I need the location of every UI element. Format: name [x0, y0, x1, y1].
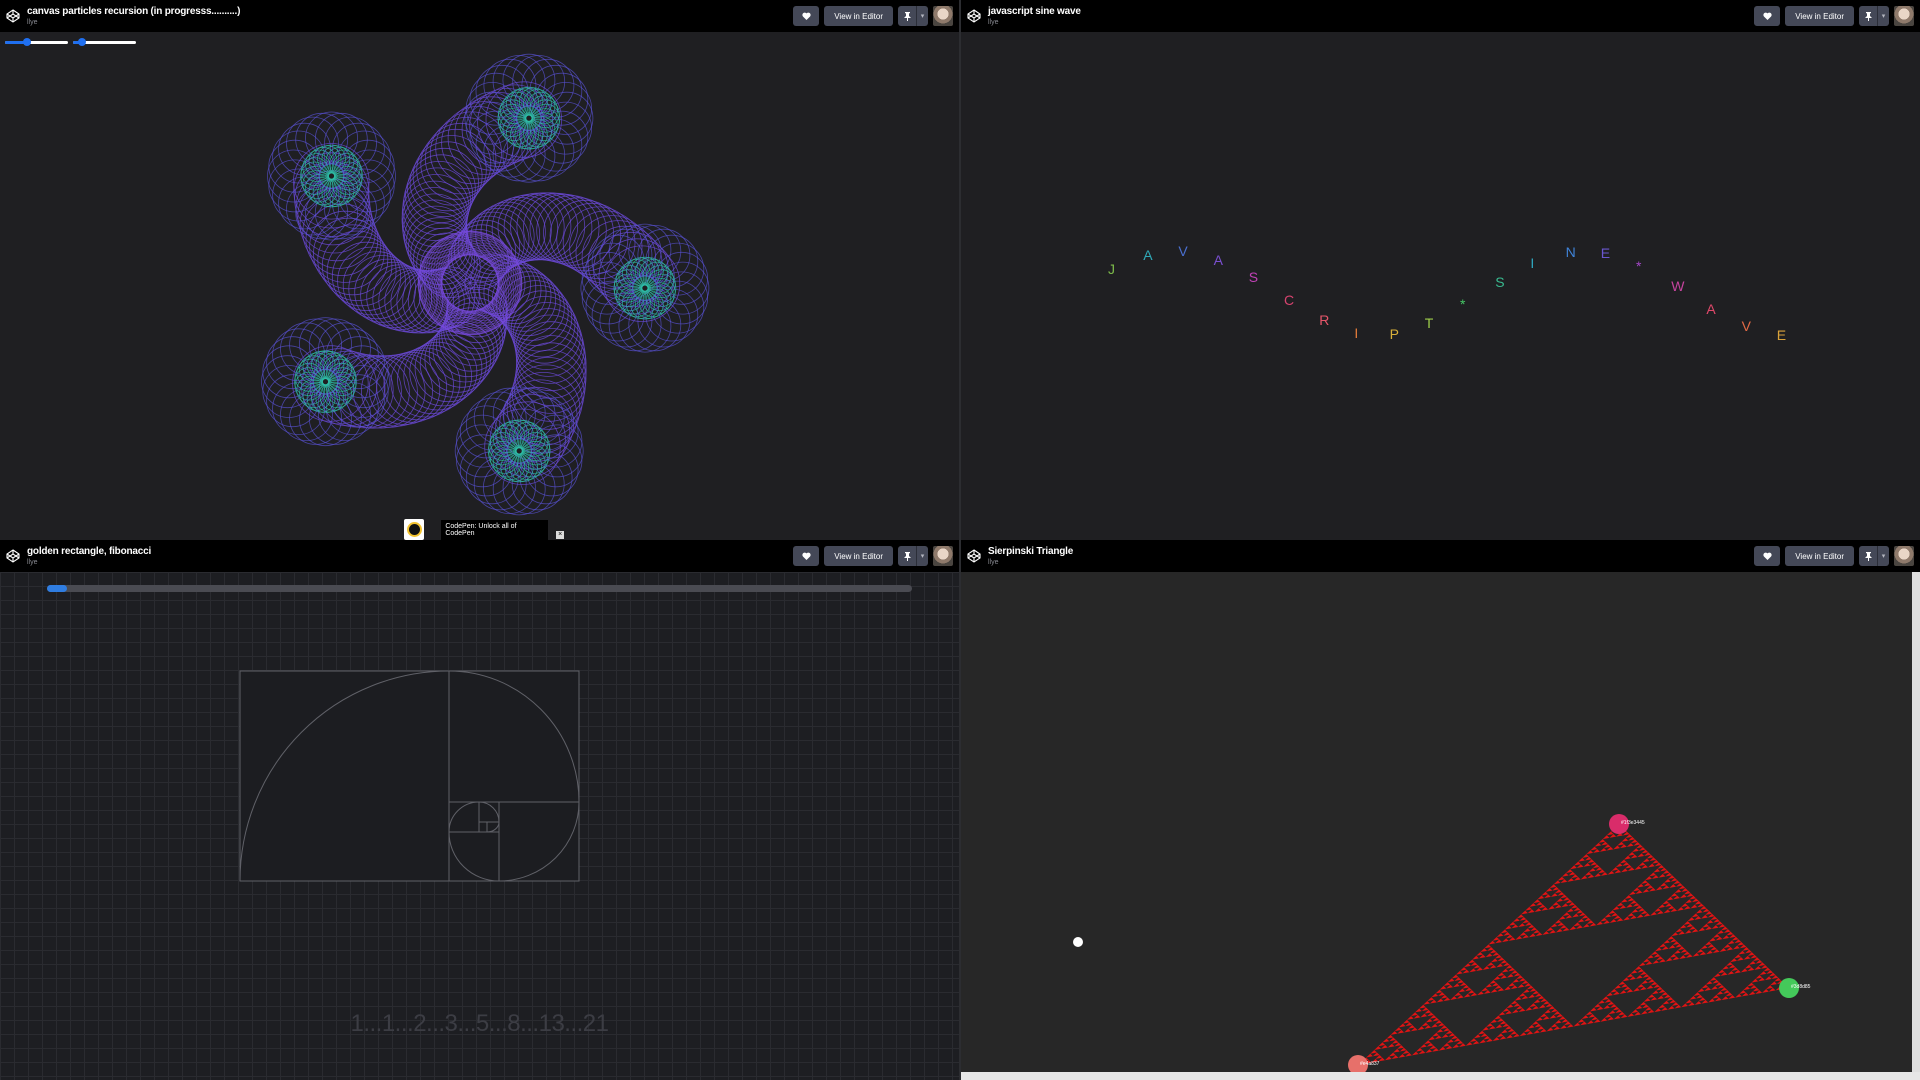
sine-letter: W — [1671, 278, 1685, 295]
golden-rectangle-drawing — [239, 670, 580, 882]
sine-letter: P — [1389, 326, 1399, 343]
sine-letter: T — [1424, 315, 1434, 332]
vertical-scrollbar[interactable] — [1912, 572, 1920, 1072]
pen-pane-sierpinski: Sierpinski Triangle llye View in Editor … — [961, 540, 1920, 1080]
pen-pane-sine-wave: javascript sine wave llye View in Editor… — [961, 0, 1920, 540]
sine-letter: S — [1248, 269, 1259, 286]
pen-pane-particles: canvas particles recursion (in progresss… — [0, 0, 959, 540]
sine-letter: * — [1460, 296, 1466, 313]
sine-letter: * — [1636, 257, 1642, 274]
pen-pane-golden-rectangle: golden rectangle, fibonacci llye View in… — [0, 540, 959, 1080]
sine-letter: C — [1284, 291, 1295, 308]
particles-canvas — [261, 53, 710, 516]
sine-letter: I — [1354, 324, 1359, 341]
sine-letter: V — [1178, 243, 1188, 260]
close-icon[interactable]: × — [556, 530, 564, 539]
vertex-label: #e4a837 — [1360, 1061, 1380, 1067]
sine-letter: A — [1143, 246, 1153, 263]
sine-letter: E — [1776, 326, 1787, 343]
codepen-ad-banner[interactable]: CodePen: Unlock all of CodePen × — [404, 519, 564, 540]
ad-text[interactable]: CodePen: Unlock all of CodePen — [441, 519, 549, 540]
vertex-label: #3d8d85 — [1791, 984, 1811, 990]
sine-letter: E — [1600, 245, 1611, 262]
fibonacci-sequence-text: 1...1...2...3...5...8...13...21 — [350, 1010, 609, 1037]
sine-letter: R — [1319, 312, 1330, 329]
sine-letter: S — [1495, 273, 1505, 290]
codepen-ad-logo-icon — [404, 519, 425, 540]
sierpinski-canvas: #1f3e3445 #3d8d85 #e4a837 — [1073, 814, 1811, 1075]
chaos-point — [1073, 937, 1083, 947]
horizontal-scrollbar[interactable] — [961, 1072, 1920, 1080]
sine-letter: N — [1565, 243, 1576, 260]
sine-letter: J — [1108, 261, 1115, 278]
sine-letter: V — [1741, 318, 1751, 335]
vertex-label: #1f3e3445 — [1621, 820, 1645, 826]
pen-grid: canvas particles recursion (in progresss… — [0, 0, 1920, 1080]
sine-letter: A — [1706, 300, 1716, 317]
sine-wave-text: J A V A S C R I P T * S I N E * W A V E — [961, 0, 1920, 540]
sine-letter: I — [1530, 254, 1535, 271]
sine-letter: A — [1213, 251, 1223, 268]
